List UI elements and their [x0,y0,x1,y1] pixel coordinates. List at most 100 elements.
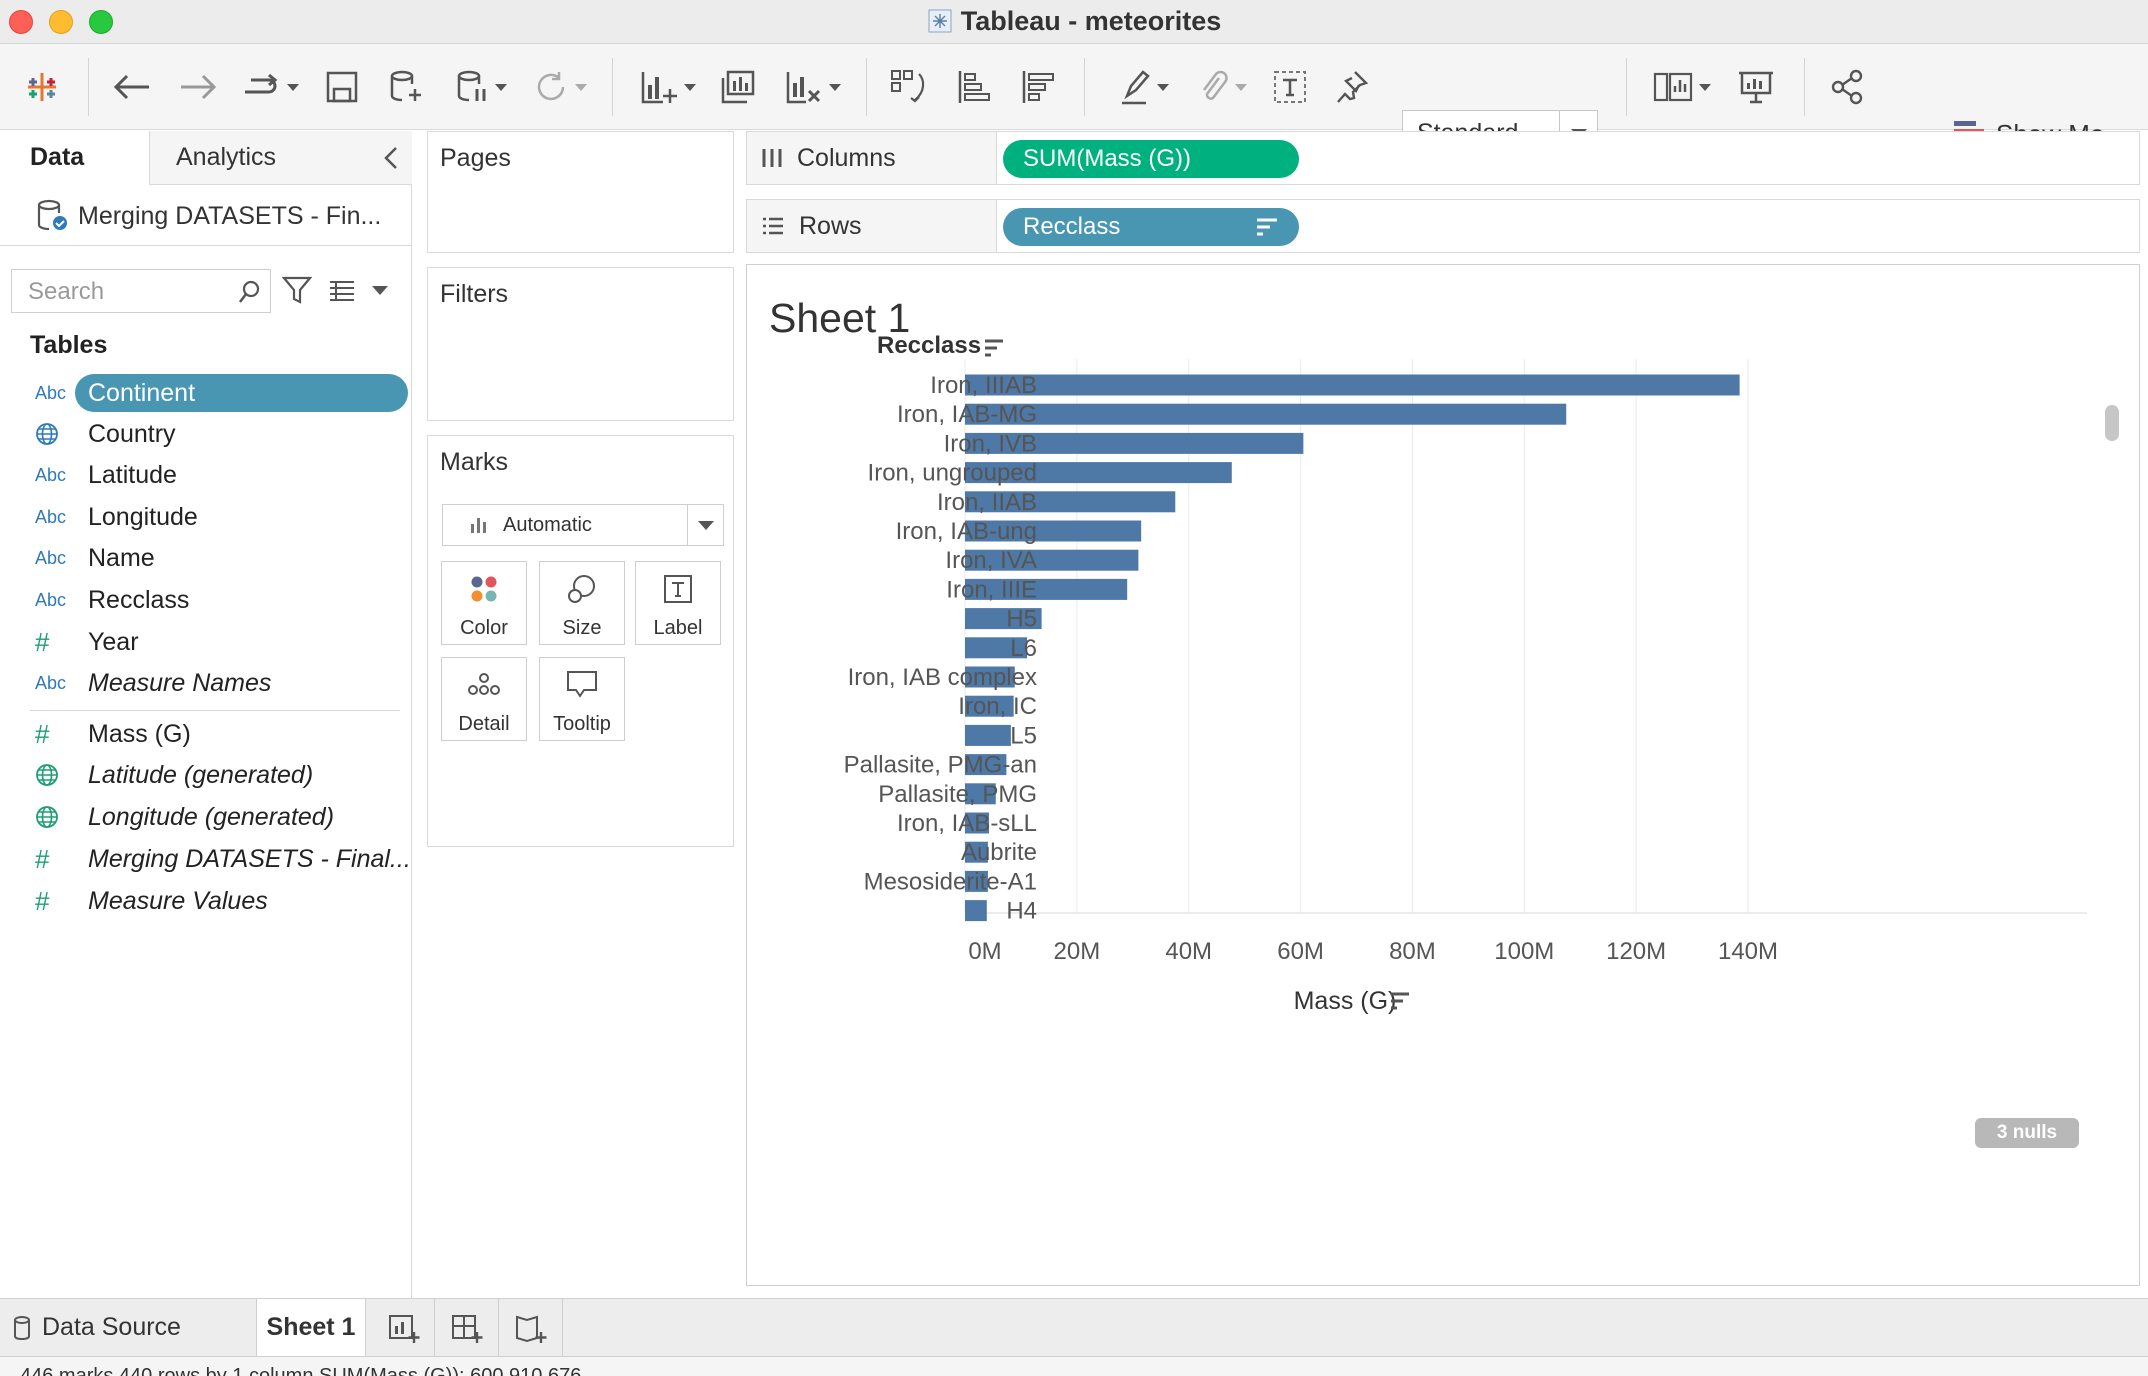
tableau-logo-icon[interactable] [22,66,62,108]
show-labels-icon[interactable] [1270,66,1310,108]
status-bar: 446 marks 440 rows by 1 column SUM(Mass … [0,1356,2148,1376]
number-type-icon: # [35,718,50,749]
pane-tabs: Data Analytics [0,131,412,185]
collapse-pane-icon[interactable] [382,145,400,178]
new-datasource-icon[interactable] [384,66,428,108]
chevron-down-icon [687,505,723,545]
tooltip-icon [540,670,624,700]
filters-shelf[interactable]: Filters [427,267,734,421]
columns-pill-sum-mass[interactable]: SUM(Mass (G)) [1003,140,1299,178]
group-members-icon[interactable] [1190,66,1254,108]
new-worksheet-tab-icon[interactable] [384,1311,424,1347]
field-measure-values[interactable]: # Measure Values [0,882,412,920]
row-label: Iron, IVB [944,430,1037,457]
tooltip-button[interactable]: Tooltip [539,657,625,741]
new-dashboard-tab-icon[interactable] [447,1311,487,1347]
sheet-1-tab-label: Sheet 1 [266,1313,356,1341]
data-source-tab-label: Data Source [42,1313,181,1341]
pause-updates-icon[interactable] [448,66,514,108]
row-label: Pallasite, PMG [878,781,1037,808]
string-type-icon: Abc [35,547,67,568]
redo-icon[interactable] [176,66,220,108]
field-measure-names[interactable]: Abc Measure Names [0,664,412,702]
pages-shelf[interactable]: Pages [427,131,734,253]
field-longitude[interactable]: Abc Longitude [0,498,412,536]
vertical-scrollbar[interactable] [2105,405,2119,441]
show-cards-icon[interactable] [1650,66,1714,108]
tab-analytics[interactable]: Analytics [176,143,276,172]
bar[interactable] [965,900,987,922]
detail-button[interactable]: Detail [441,657,527,741]
swap-rows-columns-icon[interactable] [886,66,930,108]
new-worksheet-icon[interactable] [632,66,704,108]
highlight-icon[interactable] [1112,66,1176,108]
row-label: Iron, IAB complex [848,664,1037,691]
bar[interactable] [965,724,1011,746]
globe-icon [0,422,88,446]
label-button[interactable]: Label [635,561,721,645]
window-title: Tableau - meteorites [0,6,2148,37]
new-story-tab-icon[interactable] [511,1311,551,1347]
sort-ascending-icon[interactable] [952,66,996,108]
x-tick-label: 0M [968,938,1001,965]
sort-descending-icon[interactable] [1016,66,1060,108]
sheet-1-tab[interactable]: Sheet 1 [256,1299,366,1356]
field-search-input[interactable]: Search [11,269,271,313]
field-mass[interactable]: # Mass (G) [0,715,412,753]
bar[interactable] [965,374,1740,396]
field-longitude-generated[interactable]: Longitude (generated) [0,798,412,836]
field-latitude-generated[interactable]: Latitude (generated) [0,756,412,794]
presentation-mode-icon[interactable] [1734,66,1778,108]
rows-pill-recclass[interactable]: Recclass [1003,208,1299,246]
save-icon[interactable] [322,66,362,108]
nulls-badge[interactable]: 3 nulls [1975,1118,2079,1148]
string-type-icon: Abc [35,506,67,527]
field-name-dim[interactable]: Abc Name [0,539,412,577]
columns-shelf[interactable]: Columns SUM(Mass (G)) [746,131,2140,185]
string-type-icon: Abc [35,589,67,610]
chevron-down-icon[interactable] [372,286,388,295]
field-year[interactable]: # Year [0,623,412,661]
text-label-icon [636,574,720,604]
window-title-text: Tableau - meteorites [960,6,1222,36]
mark-type-dropdown[interactable]: Automatic [442,504,724,546]
field-name: Longitude [88,502,198,531]
globe-icon [0,763,88,787]
fix-axes-icon[interactable] [1332,66,1372,108]
data-source-tab[interactable]: Data Source [12,1299,181,1356]
color-icon [442,574,526,604]
number-type-icon: # [35,626,50,657]
duplicate-sheet-icon[interactable] [718,66,758,108]
globe-icon [0,805,88,829]
row-label: Iron, IIIAB [930,372,1037,399]
rows-label: Rows [799,211,862,240]
tab-data[interactable]: Data [0,131,150,185]
row-label: Iron, IAB-MG [897,401,1037,428]
detail-label: Detail [458,713,510,735]
row-label: Iron, IAB-sLL [897,810,1037,837]
x-tick-label: 100M [1494,938,1554,965]
bar-chart[interactable]: Recclass Iron, IIIABIron, IAB-MGIron, IVB… [747,265,2139,1285]
size-button[interactable]: Size [539,561,625,645]
undo-icon[interactable] [110,66,154,108]
field-recclass[interactable]: Abc Recclass [0,581,412,619]
datasource-item[interactable]: Merging DATASETS - Fin... [36,199,381,233]
field-name: Year [88,627,139,656]
color-button[interactable]: Color [441,561,527,645]
filter-icon[interactable] [281,275,313,312]
field-merging-datasets-count[interactable]: # Merging DATASETS - Final... [0,840,412,878]
status-text: 446 marks 440 rows by 1 column SUM(Mass … [20,1365,582,1376]
share-icon[interactable] [1826,66,1870,108]
view-list-icon[interactable] [328,279,356,310]
field-continent[interactable]: Abc Continent [0,374,412,412]
redo-history-icon[interactable] [236,66,304,108]
sort-descending-icon [1257,218,1277,236]
field-latitude[interactable]: Abc Latitude [0,456,412,494]
refresh-icon[interactable] [524,66,596,108]
title-bar: Tableau - meteorites [0,0,2148,44]
field-country[interactable]: Country [0,415,412,453]
bar[interactable] [965,403,1567,425]
clear-sheet-icon[interactable] [776,66,850,108]
x-tick-label: 120M [1606,938,1666,965]
rows-shelf[interactable]: Rows Recclass [746,199,2140,253]
